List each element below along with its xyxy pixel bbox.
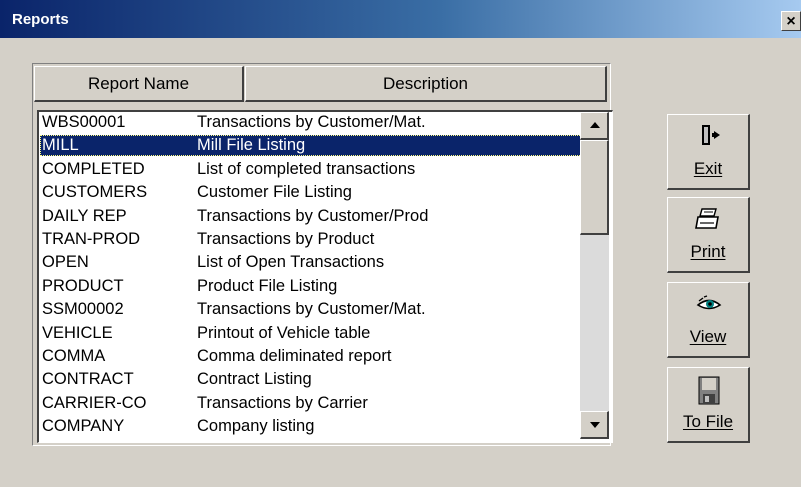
view-button-label: View — [689, 327, 727, 346]
report-name: CUSTOMERS — [42, 183, 148, 202]
close-button[interactable]: × — [781, 11, 801, 31]
report-row[interactable]: CUSTOMERS Customer File Listing — [40, 182, 582, 203]
scroll-up-button[interactable] — [580, 112, 609, 140]
report-name: PRODUCT — [42, 276, 124, 295]
report-name: COMPANY — [42, 417, 125, 436]
report-name: WBS00001 — [42, 113, 126, 131]
vertical-scrollbar[interactable] — [580, 112, 609, 439]
report-row[interactable]: OPEN List of Open Transactions — [40, 252, 582, 273]
report-name: COMMA — [42, 347, 106, 365]
report-row[interactable]: COMPANY Company listing — [40, 416, 582, 437]
report-row[interactable]: CARRIER-CO Transactions by Carrier — [40, 393, 582, 414]
report-row[interactable]: WBS00001 Transactions by Customer/Mat. — [40, 112, 582, 133]
exit-button-label: Exit — [693, 159, 723, 178]
report-row[interactable]: COMMA Comma deliminated report — [40, 346, 582, 367]
report-description: Comma deliminated report — [197, 347, 392, 365]
report-name: VEHICLE — [42, 323, 113, 342]
report-description: Transactions by Customer/Prod — [197, 206, 429, 225]
floppy-disk-icon — [668, 376, 748, 405]
to-file-button-label: To File — [682, 412, 734, 431]
report-description: Printout of Vehicle table — [197, 323, 371, 342]
column-header-report-name-label: Report Name — [87, 74, 190, 93]
print-button-label: Print — [690, 242, 726, 261]
report-description: Transactions by Customer/Mat. — [197, 300, 426, 319]
report-name: TRAN-PROD — [42, 230, 141, 248]
report-row[interactable]: COMPLETED List of completed transactions — [40, 159, 582, 180]
report-description: Transactions by Carrier — [197, 393, 368, 412]
report-name: DAILY REP — [42, 206, 127, 225]
report-row[interactable]: VEHICLE Printout of Vehicle table — [40, 323, 582, 344]
report-name: COMPLETED — [42, 159, 145, 178]
report-description: Transactions by Customer/Mat. — [197, 113, 426, 131]
view-button[interactable]: View — [667, 282, 750, 358]
report-description: Contract Listing — [197, 370, 312, 389]
report-name: SSM00002 — [42, 300, 124, 319]
report-description: List of completed transactions — [197, 159, 416, 178]
report-row[interactable]: SSM00002 Transactions by Customer/Mat. — [40, 299, 582, 320]
exit-button[interactable]: Exit — [667, 114, 750, 190]
report-name: CONTRACT — [42, 370, 134, 389]
report-description: Mill File Listing — [197, 136, 306, 155]
report-description: Customer File Listing — [197, 183, 352, 202]
column-header-report-name[interactable]: Report Name — [34, 66, 244, 102]
arrow-down-icon — [590, 422, 600, 428]
report-list[interactable]: WBS00001 Transactions by Customer/Mat. MIL… — [37, 110, 613, 443]
column-header-description-label: Description — [382, 74, 469, 93]
window-title: Reports — [12, 11, 69, 28]
report-row[interactable]: PRODUCT Product File Listing — [40, 276, 582, 297]
report-description: Product File Listing — [197, 276, 338, 295]
printer-icon — [668, 206, 748, 234]
column-header-description[interactable]: Description — [245, 66, 607, 102]
report-name: OPEN — [42, 253, 89, 272]
report-row[interactable]: DAILY REP Transactions by Customer/Prod — [40, 206, 582, 227]
report-description: List of Open Transactions — [197, 253, 385, 272]
arrow-up-icon — [590, 122, 600, 128]
report-name: MILL — [42, 136, 79, 155]
report-description: Transactions by Product — [197, 230, 375, 248]
door-exit-icon — [668, 123, 748, 151]
scroll-down-button[interactable] — [580, 411, 609, 439]
scroll-thumb[interactable] — [580, 140, 609, 235]
title-bar: Reports — [0, 0, 801, 38]
report-description: Company listing — [197, 417, 315, 436]
report-name: CARRIER-CO — [42, 393, 147, 412]
print-button[interactable]: Print — [667, 197, 750, 273]
report-row[interactable]: MILL Mill File Listing — [40, 135, 582, 157]
report-row[interactable]: CONTRACT Contract Listing — [40, 369, 582, 390]
to-file-button[interactable]: To File — [667, 367, 750, 443]
eye-icon — [668, 291, 748, 319]
report-row[interactable]: TRAN-PROD Transactions by Product — [40, 229, 582, 250]
